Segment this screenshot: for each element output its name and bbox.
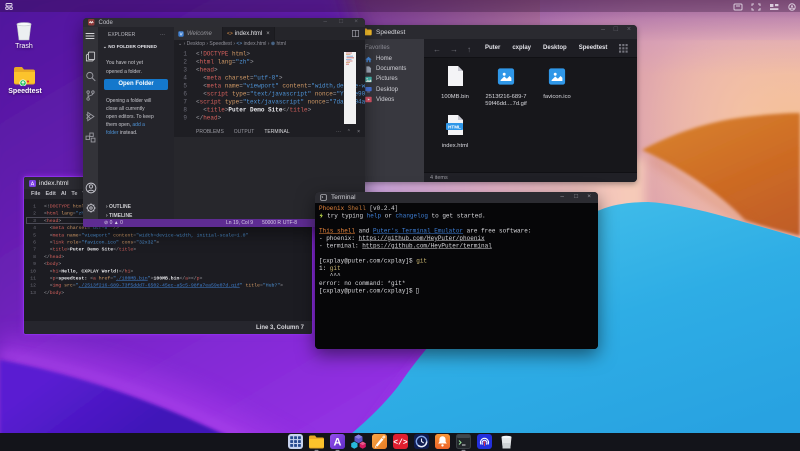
svg-text:A: A xyxy=(31,181,35,186)
svg-text:A: A xyxy=(334,437,342,449)
svg-text:HTML: HTML xyxy=(448,124,461,129)
svg-text:</>: </> xyxy=(393,439,408,448)
